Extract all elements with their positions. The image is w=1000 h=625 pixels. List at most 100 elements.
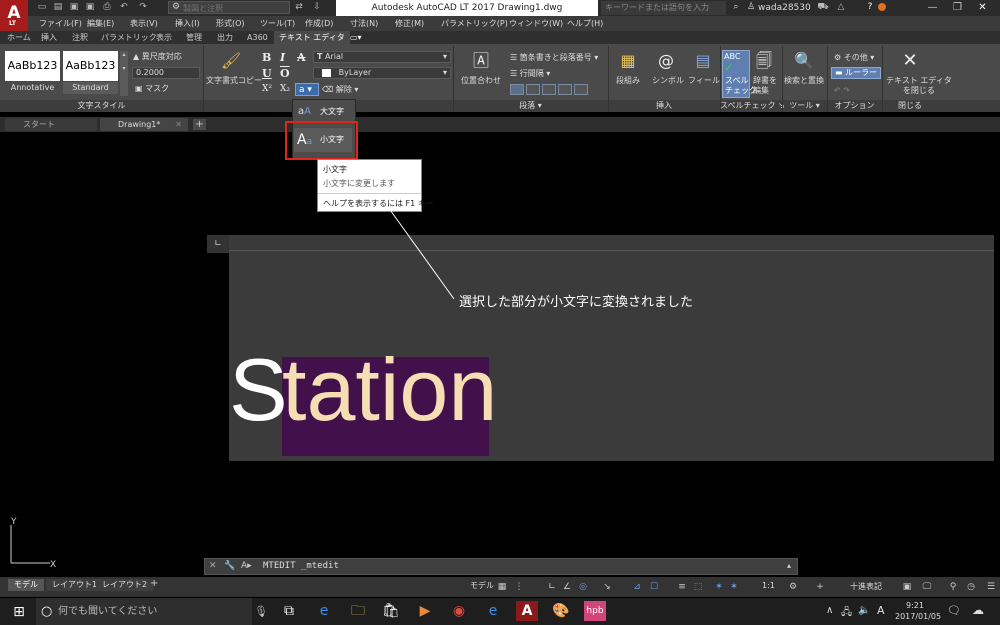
style-gallery-scroll[interactable]: ▴ ▾	[120, 51, 128, 96]
file-tab-start[interactable]: スタート	[5, 118, 97, 131]
chrome-icon[interactable]: ◉	[448, 601, 470, 621]
save-icon[interactable]: ▣	[68, 2, 80, 13]
superscript-button[interactable]: X²	[262, 84, 272, 94]
binoculars-icon[interactable]: ⌕	[730, 2, 742, 13]
lock-ui-icon[interactable]: 🖵	[920, 580, 934, 594]
minimize-icon[interactable]: —	[920, 0, 945, 16]
new-file-icon[interactable]: ▭	[36, 2, 48, 13]
polar-icon[interactable]: ∠	[560, 580, 574, 594]
edit-dictionary-icon[interactable]: 🗐	[751, 50, 777, 72]
close-editor-label[interactable]: テキスト エディタ を閉じる	[886, 76, 952, 96]
strikethrough-button[interactable]: A	[297, 51, 306, 64]
menu-parametric[interactable]: パラメトリック(P)	[441, 16, 508, 31]
mtext-unselected-text[interactable]: S	[229, 340, 288, 440]
match-formatting-label[interactable]: 文字書式コピー	[206, 76, 262, 86]
tab-parametric[interactable]: パラメトリック	[101, 31, 157, 44]
annotation-scale[interactable]: 1:1	[762, 581, 775, 590]
tab-a360[interactable]: A360	[247, 31, 268, 44]
menu-insert[interactable]: 挿入(I)	[175, 16, 200, 31]
snap-icon[interactable]: ⋮	[512, 580, 526, 594]
uppercase-menu-item[interactable]: aA 大文字	[294, 101, 352, 123]
dynamic-input-icon[interactable]: ⊿	[630, 580, 644, 594]
selection-cycling-icon[interactable]: ⬚	[691, 580, 705, 594]
symbol-icon[interactable]: @	[653, 50, 679, 72]
application-menu-button[interactable]: A LT	[0, 0, 28, 31]
quick-properties-icon[interactable]: ▣	[900, 580, 914, 594]
share-icon[interactable]: ⇄	[293, 2, 305, 13]
menu-view[interactable]: 表示(V)	[130, 16, 158, 31]
units-display[interactable]: 十進表記	[850, 581, 882, 592]
text-style-standard[interactable]: AaBb123	[63, 51, 118, 81]
mask-button[interactable]: ▣ マスク	[135, 84, 169, 94]
open-file-icon[interactable]: ▤	[52, 2, 64, 13]
command-close-icon[interactable]: ✕	[209, 561, 217, 571]
task-view-icon[interactable]: ⧉	[278, 601, 300, 621]
ortho-icon[interactable]: ∟	[545, 580, 559, 594]
help-search-input[interactable]: キーワードまたは語句を入力	[601, 1, 726, 15]
menu-edit[interactable]: 編集(E)	[87, 16, 114, 31]
tab-text-editor[interactable]: テキスト エディタ	[274, 31, 350, 44]
save-as-icon[interactable]: ▣	[84, 2, 96, 13]
layout-tab-layout2[interactable]: レイアウト2	[96, 579, 154, 591]
tab-output[interactable]: 出力	[217, 31, 233, 44]
remove-formatting-button[interactable]: ⌫ 解除 ▾	[322, 85, 358, 95]
close-tab-icon[interactable]: ✕	[175, 118, 182, 131]
help-icon[interactable]: ?	[864, 2, 876, 13]
justification-label[interactable]: 位置合わせ	[461, 76, 501, 86]
ruler-toggle-button[interactable]: ▬ ルーラー	[831, 67, 882, 79]
taskbar-clock[interactable]: 9:21 2017/01/05	[895, 600, 941, 622]
volume-icon[interactable]: 🔈	[858, 605, 870, 616]
menu-help[interactable]: ヘルプ(H)	[567, 16, 603, 31]
menu-draw[interactable]: 作成(D)	[305, 16, 333, 31]
otrack-icon[interactable]: ↘	[600, 580, 614, 594]
store-icon[interactable]: 🛍	[380, 601, 402, 621]
overline-button[interactable]: O	[280, 67, 290, 80]
bold-button[interactable]: B	[262, 51, 271, 64]
menu-window[interactable]: ウィンドウ(W)	[509, 16, 563, 31]
network-icon[interactable]: 🖧	[841, 605, 852, 622]
transparency-icon[interactable]: ≡	[675, 580, 689, 594]
align-right-icon[interactable]	[542, 84, 556, 95]
text-style-annotative[interactable]: AaBb123	[5, 51, 60, 81]
wrench-icon[interactable]: 🔧	[224, 561, 235, 571]
add-layout-icon[interactable]: +	[150, 578, 158, 589]
menu-file[interactable]: ファイル(F)	[39, 16, 82, 31]
close-icon[interactable]: ✕	[970, 0, 995, 16]
workspace-gear-icon[interactable]: ⚙	[786, 580, 800, 594]
annotation-visibility-icon[interactable]: ✶	[712, 580, 726, 594]
menu-format[interactable]: 形式(O)	[216, 16, 245, 31]
media-player-icon[interactable]: ▶	[414, 601, 436, 621]
action-center-icon[interactable]: 🗨	[947, 604, 961, 617]
line-spacing-button[interactable]: ☰ 行間隔 ▾	[510, 69, 550, 79]
justification-icon[interactable]: 🄰	[468, 50, 494, 72]
edge-icon[interactable]: e	[313, 601, 335, 621]
tab-view[interactable]: 表示	[156, 31, 172, 44]
cortana-search-box[interactable]: ○ 何でも聞いてください 🎙	[36, 598, 268, 625]
match-properties-icon[interactable]: 🖌	[218, 50, 244, 72]
subscript-button[interactable]: X₂	[280, 84, 290, 94]
underline-button[interactable]: U	[262, 67, 272, 80]
tab-manage[interactable]: 管理	[186, 31, 202, 44]
undo-redo-icon[interactable]: ↶ ↷	[834, 86, 850, 96]
model-space-toggle[interactable]: モデル	[470, 580, 494, 591]
grid-icon[interactable]: ▦	[495, 580, 509, 594]
windows-start-icon[interactable]: ⊞	[8, 602, 30, 622]
text-ruler[interactable]	[229, 235, 994, 251]
annotative-toggle[interactable]: ▲ 異尺度対応	[133, 52, 182, 62]
restore-icon[interactable]: ❐	[945, 0, 970, 16]
find-replace-label[interactable]: 検索と置換	[784, 76, 824, 86]
command-history-icon[interactable]: ▴	[787, 561, 791, 570]
cart-icon[interactable]: ⛟	[817, 2, 829, 13]
redo-icon[interactable]: ↷	[137, 2, 149, 13]
workspace-combo[interactable]: 製図と注釈	[168, 1, 290, 14]
microphone-icon[interactable]: 🎙	[254, 598, 268, 625]
customization-menu-icon[interactable]: ☰	[984, 580, 998, 594]
file-explorer-icon[interactable]: 🗀	[347, 601, 369, 621]
menu-dimension[interactable]: 寸法(N)	[350, 16, 378, 31]
close-editor-icon[interactable]: ✕	[897, 50, 923, 72]
ribbon-display-toggle-icon[interactable]: ▭▾	[350, 31, 362, 44]
new-tab-button[interactable]: +	[193, 119, 206, 130]
lineweight-icon[interactable]: ☐	[647, 580, 661, 594]
edit-dictionary-label[interactable]: 辞書を 編集	[753, 76, 777, 96]
justify-icon[interactable]	[558, 84, 572, 95]
